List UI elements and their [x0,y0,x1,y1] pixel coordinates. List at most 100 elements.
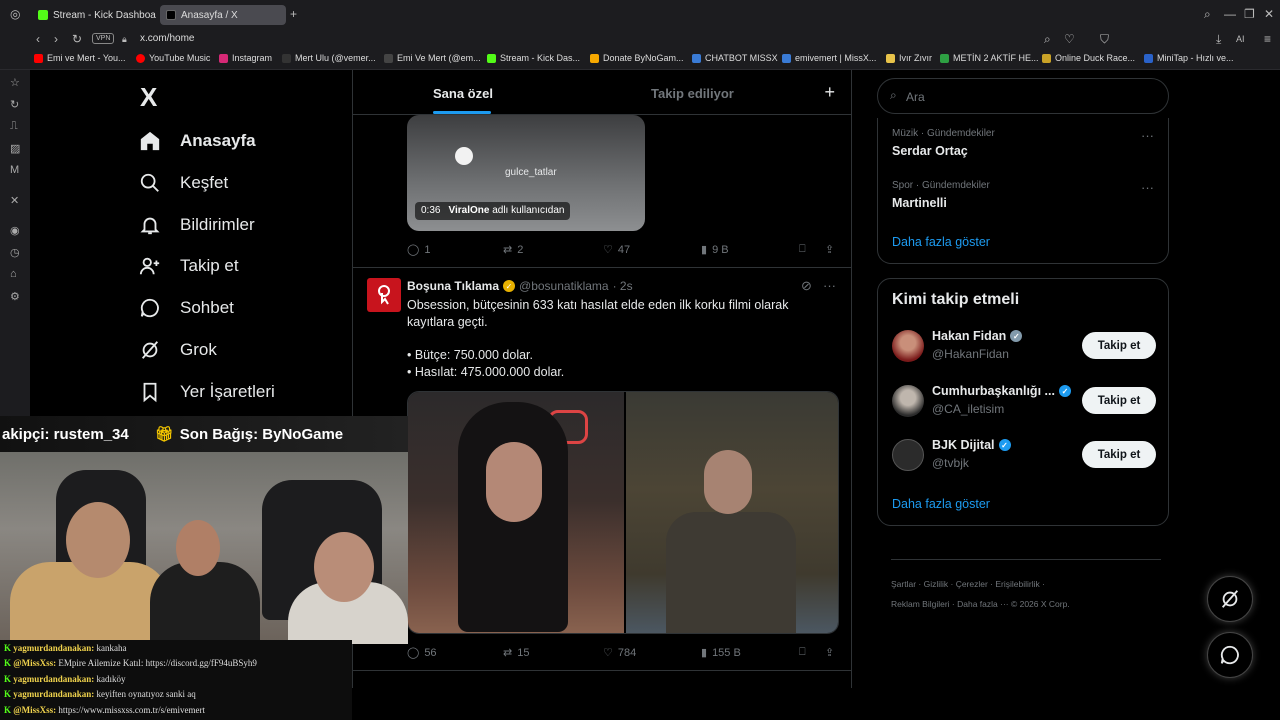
sidebar-mail-icon[interactable]: M [10,164,19,176]
back-icon[interactable]: ‹ [36,32,40,46]
share-button[interactable]: ⇪ [825,646,834,659]
sidebar-extension-icon[interactable]: ⌂ [10,268,17,280]
grok-icon[interactable]: ⊘ [801,278,812,294]
add-tab-button[interactable]: + [824,82,835,103]
tweet-media[interactable] [407,391,839,634]
browser-menu-icon[interactable]: ◎ [10,7,20,21]
bookmark-page-icon[interactable]: ♡ [1064,32,1075,46]
bookmark-item[interactable]: Emi Ve Mert (@em... [384,53,481,63]
views-button[interactable]: ▮ 155 B [701,646,741,660]
tab-for-you[interactable]: Sana özel [433,86,493,101]
grok-button[interactable] [1207,576,1253,622]
download-icon[interactable]: ⤓ [1216,32,1221,47]
sidebar-history-icon[interactable]: ↻ [10,98,19,111]
bookmark-button[interactable]: ⎕ [799,646,806,659]
bookmark-item[interactable]: Mert Ulu (@vemer... [282,53,376,63]
reply-button[interactable]: ◯ 56 [407,646,437,660]
tweet-time[interactable]: · 2s [613,279,633,293]
nav-home[interactable]: Anasayfa [138,126,256,156]
video-source-name[interactable]: ViralOne [448,205,489,216]
sidebar-music-icon[interactable]: ◉ [10,224,20,237]
nav-follow[interactable]: Takip et [138,251,239,281]
minimize-icon[interactable]: — [1224,7,1236,21]
follow-button[interactable]: Takip et [1082,332,1156,359]
bookmark-item[interactable]: Donate ByNoGam... [590,53,684,63]
nav-grok[interactable]: Grok [138,335,217,365]
media-image-left[interactable] [408,392,624,633]
like-button[interactable]: ♡ 784 [603,646,637,660]
show-more-link[interactable]: Daha fazla göster [892,235,990,249]
show-more-link[interactable]: Daha fazla göster [892,497,990,511]
bookmark-item[interactable]: Online Duck Race... [1042,53,1135,63]
media-image-right[interactable] [626,392,838,633]
nav-notifications[interactable]: Bildirimler [138,210,255,240]
footer-links[interactable]: Reklam Bilgileri · Daha fazla ··· © 2026… [891,599,1070,609]
footer-links[interactable]: Şartlar · Gizlilik · Çerezler · Erişileb… [891,579,1045,589]
avatar[interactable] [892,385,924,417]
maximize-icon[interactable]: ❐ [1244,7,1255,21]
search-input[interactable]: ⌕ Ara [877,78,1169,114]
share-button[interactable]: ⇪ [825,243,834,256]
tab-following[interactable]: Takip ediliyor [651,86,734,101]
user-name[interactable]: Cumhurbaşkanlığı ... [932,384,1055,398]
menu-icon[interactable]: ≡ [1264,32,1271,46]
bookmark-item[interactable]: Stream - Kick Das... [487,53,580,63]
browser-tab-x[interactable]: Anasayfa / X [160,5,286,25]
sidebar-pin-icon[interactable]: ☆ [10,76,20,89]
follow-button[interactable]: Takip et [1082,441,1156,468]
follow-button[interactable]: Takip et [1082,387,1156,414]
sidebar-settings-icon[interactable]: ⚙ [10,290,20,303]
shield-icon[interactable]: ⛉ [1100,32,1109,47]
suggested-user[interactable]: BJK Dijital ✓ @tvbjk Takip et [878,435,1170,475]
zoom-icon[interactable]: ⌕ [1044,32,1051,47]
new-tab-button[interactable]: + [290,7,297,21]
bookmark-item[interactable]: Instagram [219,53,272,63]
close-window-icon[interactable]: ✕ [1264,7,1274,21]
reply-button[interactable]: ◯ 1 [407,243,430,257]
user-name[interactable]: Hakan Fidan [932,329,1006,343]
more-options-icon[interactable]: ··· [1141,128,1154,143]
avatar[interactable] [892,439,924,471]
nav-explore[interactable]: Keşfet [138,168,228,198]
retweet-button[interactable]: ⇄ 2 [503,243,523,257]
bookmark-item[interactable]: Ivır Zıvır [886,53,932,63]
url-field[interactable]: x.com/home [140,33,194,44]
like-button[interactable]: ♡ 47 [603,243,630,257]
previous-tweet-video[interactable]: gulce_tatlar 0:36 ViralOne adlı kullanıc… [407,115,645,231]
like-count: 784 [617,646,637,659]
trend-name[interactable]: Serdar Ortaç [892,144,968,158]
x-logo[interactable]: X [140,82,157,113]
ai-icon[interactable]: AI [1236,34,1245,44]
avatar[interactable] [367,278,401,312]
views-button[interactable]: ▮ 9 B [701,243,729,257]
suggested-user[interactable]: Hakan Fidan ✓ @HakanFidan Takip et [878,326,1170,366]
retweet-button[interactable]: ⇄ 15 [503,646,529,660]
bookmark-item[interactable]: emivemert | MissX... [782,53,876,63]
tweet-author-handle[interactable]: @bosunatiklama [519,279,609,293]
nav-bookmarks[interactable]: Yer İşaretleri [138,377,275,407]
nav-chat[interactable]: Sohbet [138,293,234,323]
tweet-author-name[interactable]: Boşuna Tıklama [407,279,499,293]
forward-icon[interactable]: › [54,32,58,46]
bookmark-item[interactable]: CHATBOT MISSX [692,53,778,63]
sidebar-wallet-icon[interactable]: ⎍ [10,120,18,133]
messages-button[interactable] [1207,632,1253,678]
trend-name[interactable]: Martinelli [892,196,947,210]
vpn-badge[interactable]: VPN [92,33,115,44]
user-name[interactable]: BJK Dijital [932,438,995,452]
search-tabs-icon[interactable]: ⌕ [1204,7,1211,22]
bookmark-item[interactable]: METİN 2 AKTİF HE... [940,53,1039,63]
sidebar-clock-icon[interactable]: ◷ [10,246,20,259]
more-options-icon[interactable]: ··· [823,278,836,293]
avatar[interactable] [892,330,924,362]
more-options-icon[interactable]: ··· [1141,180,1154,195]
sidebar-notes-icon[interactable]: ▨ [10,142,20,155]
suggested-user[interactable]: Cumhurbaşkanlığı ... ✓ @CA_iletisim Takip… [878,381,1170,421]
bookmark-item[interactable]: YouTube Music [136,53,210,63]
reload-icon[interactable]: ↻ [72,32,82,46]
sidebar-x-icon[interactable]: ✕ [10,194,19,207]
bookmark-item[interactable]: MiniTap - Hızlı ve... [1144,53,1234,63]
bookmark-button[interactable]: ⎕ [799,243,806,256]
bookmark-item[interactable]: Emi ve Mert - You... [34,53,126,63]
browser-tab-kick[interactable]: Stream - Kick Dashboard [32,5,156,25]
